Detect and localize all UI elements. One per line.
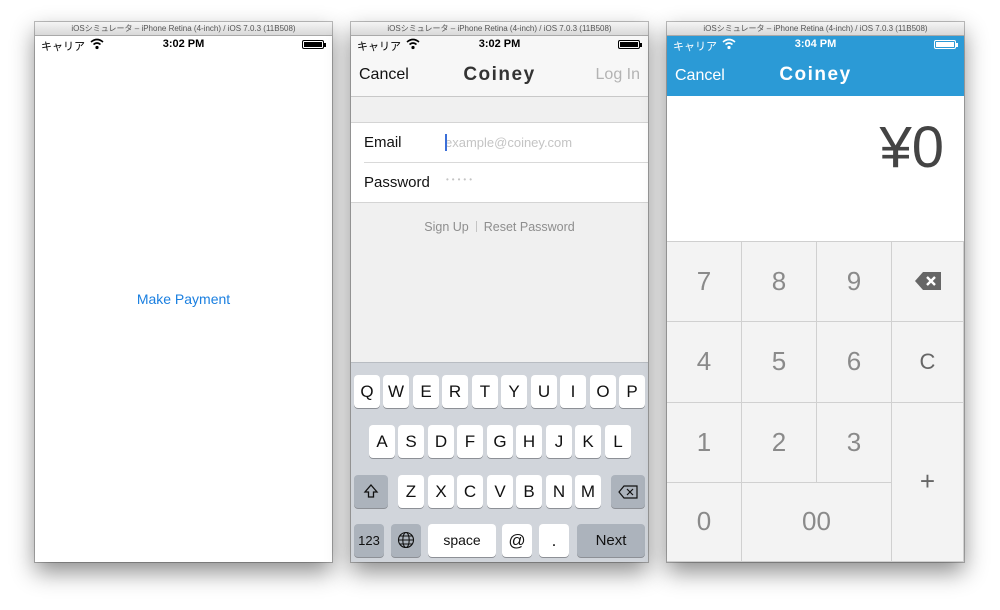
key-n[interactable]: N bbox=[546, 475, 572, 508]
key-x[interactable]: X bbox=[428, 475, 454, 508]
email-field[interactable] bbox=[445, 132, 640, 152]
key-f[interactable]: F bbox=[457, 425, 483, 458]
key-s[interactable]: S bbox=[398, 425, 424, 458]
key-v[interactable]: V bbox=[487, 475, 513, 508]
key-d[interactable]: D bbox=[428, 425, 454, 458]
key-b[interactable]: B bbox=[516, 475, 542, 508]
status-time: 3:04 PM bbox=[794, 38, 837, 50]
number-pad: 7 8 9 4 5 6 C 1 2 3 + 0 00 bbox=[667, 242, 964, 562]
start-screen: キャリア 3:02 PM Make Payment bbox=[35, 36, 332, 562]
key-00[interactable]: 00 bbox=[742, 483, 892, 562]
key-w[interactable]: W bbox=[383, 375, 409, 408]
login-form: Email Password ••••• bbox=[351, 122, 648, 203]
reset-password-link[interactable]: Reset Password bbox=[484, 220, 575, 234]
numbers-key[interactable]: 123 bbox=[354, 524, 384, 557]
payment-header: キャリア 3:04 PM Cancel Coiney bbox=[667, 36, 964, 96]
battery-icon bbox=[618, 40, 642, 49]
key-7[interactable]: 7 bbox=[667, 242, 742, 322]
status-time: 3:02 PM bbox=[162, 38, 205, 50]
status-bar: キャリア 3:04 PM bbox=[667, 36, 964, 53]
battery-icon bbox=[934, 40, 958, 49]
keyboard: Q W E R T Y U I O P A S D F G H J K L Z … bbox=[351, 362, 648, 562]
key-m[interactable]: M bbox=[575, 475, 601, 508]
globe-key[interactable] bbox=[391, 524, 421, 557]
key-h[interactable]: H bbox=[516, 425, 542, 458]
password-field[interactable]: ••••• bbox=[446, 175, 475, 184]
status-bar: キャリア 3:02 PM bbox=[351, 36, 648, 53]
backspace-button[interactable] bbox=[892, 242, 964, 322]
key-o[interactable]: O bbox=[590, 375, 616, 408]
plus-button[interactable]: + bbox=[892, 403, 964, 562]
backspace-icon bbox=[914, 272, 941, 290]
login-screen: キャリア 3:02 PM Cancel Coiney Log In Email … bbox=[351, 36, 648, 562]
key-a[interactable]: A bbox=[369, 425, 395, 458]
key-i[interactable]: I bbox=[560, 375, 586, 408]
text-cursor bbox=[445, 134, 447, 151]
simulator-window-1: iOSシミュレータ – iPhone Retina (4-inch) / iOS… bbox=[35, 22, 332, 562]
navigation-bar: Cancel Coiney Log In bbox=[351, 53, 648, 97]
key-g[interactable]: G bbox=[487, 425, 513, 458]
key-j[interactable]: J bbox=[546, 425, 572, 458]
link-separator bbox=[475, 221, 477, 232]
key-6[interactable]: 6 bbox=[817, 322, 892, 403]
key-u[interactable]: U bbox=[531, 375, 557, 408]
clear-button[interactable]: C bbox=[892, 322, 964, 403]
email-row: Email bbox=[364, 123, 648, 163]
battery-icon bbox=[302, 40, 326, 49]
key-z[interactable]: Z bbox=[398, 475, 424, 508]
key-3[interactable]: 3 bbox=[817, 403, 892, 483]
window-title: iOSシミュレータ – iPhone Retina (4-inch) / iOS… bbox=[35, 22, 332, 36]
amount-display: ¥0 bbox=[667, 96, 964, 242]
key-q[interactable]: Q bbox=[354, 375, 380, 408]
simulator-window-3: iOSシミュレータ – iPhone Retina (4-inch) / iOS… bbox=[667, 22, 964, 562]
key-t[interactable]: T bbox=[472, 375, 498, 408]
key-e[interactable]: E bbox=[413, 375, 439, 408]
backspace-icon bbox=[618, 485, 638, 499]
key-4[interactable]: 4 bbox=[667, 322, 742, 403]
status-bar: キャリア 3:02 PM bbox=[35, 36, 332, 53]
key-c[interactable]: C bbox=[457, 475, 483, 508]
signup-link[interactable]: Sign Up bbox=[424, 220, 468, 234]
simulator-window-2: iOSシミュレータ – iPhone Retina (4-inch) / iOS… bbox=[351, 22, 648, 562]
next-key[interactable]: Next bbox=[577, 524, 645, 557]
space-key[interactable]: space bbox=[428, 524, 496, 557]
at-key[interactable]: @ bbox=[502, 524, 532, 557]
payment-screen: キャリア 3:04 PM Cancel Coiney ¥0 7 8 9 4 5 … bbox=[667, 36, 964, 562]
email-label: Email bbox=[364, 134, 402, 151]
period-key[interactable]: . bbox=[539, 524, 569, 557]
account-links: Sign Up Reset Password bbox=[351, 220, 648, 234]
coiney-logo: Coiney bbox=[779, 64, 852, 85]
make-payment-button[interactable]: Make Payment bbox=[35, 291, 332, 307]
key-2[interactable]: 2 bbox=[742, 403, 817, 483]
window-title: iOSシミュレータ – iPhone Retina (4-inch) / iOS… bbox=[667, 22, 964, 36]
delete-key[interactable] bbox=[611, 475, 645, 508]
key-y[interactable]: Y bbox=[501, 375, 527, 408]
key-l[interactable]: L bbox=[605, 425, 631, 458]
key-0[interactable]: 0 bbox=[667, 483, 742, 562]
key-8[interactable]: 8 bbox=[742, 242, 817, 322]
status-time: 3:02 PM bbox=[478, 38, 521, 50]
key-9[interactable]: 9 bbox=[817, 242, 892, 322]
shift-key[interactable] bbox=[354, 475, 388, 508]
password-label: Password bbox=[364, 174, 430, 191]
globe-icon bbox=[397, 531, 415, 549]
amount-value: ¥0 bbox=[879, 115, 944, 180]
key-1[interactable]: 1 bbox=[667, 403, 742, 483]
key-5[interactable]: 5 bbox=[742, 322, 817, 403]
window-title: iOSシミュレータ – iPhone Retina (4-inch) / iOS… bbox=[351, 22, 648, 36]
key-r[interactable]: R bbox=[442, 375, 468, 408]
password-row: Password ••••• bbox=[364, 163, 648, 203]
key-k[interactable]: K bbox=[575, 425, 601, 458]
shift-icon bbox=[363, 484, 379, 498]
login-button[interactable]: Log In bbox=[596, 66, 640, 84]
key-p[interactable]: P bbox=[619, 375, 645, 408]
